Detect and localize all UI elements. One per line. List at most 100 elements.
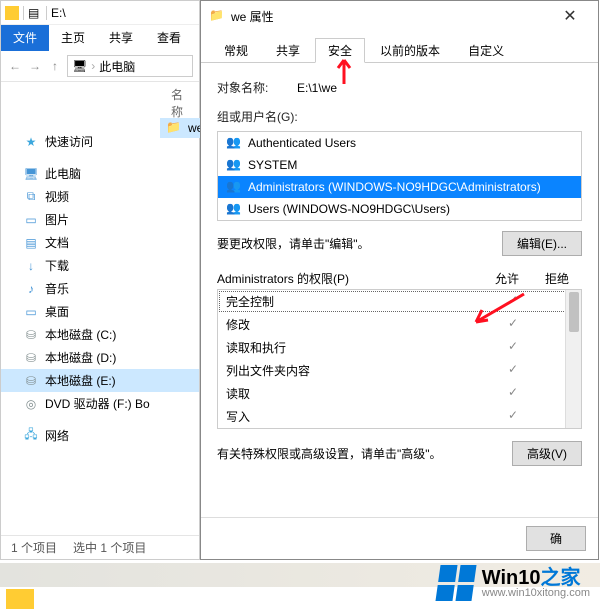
qat-icon: ▤: [28, 6, 42, 20]
tab-custom[interactable]: 自定义: [455, 38, 517, 63]
ribbon-tab-home[interactable]: 主页: [49, 25, 97, 51]
edit-hint: 要更改权限，请单击"编辑"。: [217, 235, 370, 252]
group-item-authenticated-users[interactable]: 👥 Authenticated Users: [218, 132, 581, 154]
perm-label: 列出文件夹内容: [226, 362, 493, 379]
tab-share[interactable]: 共享: [263, 38, 313, 63]
group-label: Authenticated Users: [248, 136, 356, 150]
dialog-body: 对象名称: E:\1\we 组或用户名(G): 👥 Authenticated U…: [201, 63, 598, 476]
perm-row-full-control[interactable]: 完全控制✓: [218, 290, 581, 313]
nav-back-icon[interactable]: ←: [7, 58, 23, 74]
explorer-window: ▤ E:\ 文件 主页 共享 查看 ← → ↑ 🖥 › 此电脑 名称 ★快速访问…: [0, 0, 200, 560]
perm-row-modify[interactable]: 修改✓: [218, 313, 581, 336]
scrollbar-thumb[interactable]: [569, 292, 579, 332]
tree-drive-c[interactable]: ⛁ 本地磁盘 (C:): [1, 323, 199, 346]
documents-icon: ▤: [23, 235, 39, 251]
ribbon-tab-view[interactable]: 查看: [145, 25, 193, 51]
allow-check-icon: ✓: [493, 339, 533, 356]
ribbon-tab-share[interactable]: 共享: [97, 25, 145, 51]
tree-music[interactable]: ♪ 音乐: [1, 277, 199, 300]
close-button[interactable]: ✕: [550, 6, 590, 26]
tree-drive-e[interactable]: ⛁本地磁盘 (E:): [1, 369, 199, 392]
group-label: SYSTEM: [248, 158, 297, 172]
tree-label: 图片: [45, 211, 69, 228]
nav-forward-icon[interactable]: →: [27, 58, 43, 74]
tree-label: 网络: [45, 427, 69, 444]
video-icon: ⧉: [23, 189, 39, 205]
perm-row-read-execute[interactable]: 读取和执行✓: [218, 336, 581, 359]
drive-icon: ⛁: [23, 327, 39, 343]
tree-label: 本地磁盘 (C:): [45, 326, 116, 343]
tree-label: DVD 驱动器 (F:) Bo: [45, 395, 150, 412]
window-title: E:\: [51, 6, 66, 20]
taskbar-explorer-icon: [6, 589, 34, 609]
perm-for-label: Administrators 的权限(P): [217, 270, 482, 287]
properties-dialog: 📁 we 属性 ✕ 常规 共享 安全 以前的版本 自定义 对象名称: E:\1\…: [200, 0, 599, 560]
dialog-title: we 属性: [231, 8, 274, 25]
object-name-value: E:\1\we: [297, 81, 337, 95]
tree-desktop[interactable]: ▭桌面: [1, 300, 199, 323]
address-bar[interactable]: 🖥 › 此电脑: [67, 55, 193, 77]
groups-label: 组或用户名(G):: [217, 108, 298, 125]
folder-icon: 📁: [209, 8, 225, 24]
users-icon: 👥: [226, 201, 242, 217]
group-label: Administrators (WINDOWS-NO9HDGC\Administ…: [248, 180, 541, 194]
tree-network[interactable]: 🖧 网络: [1, 424, 199, 447]
divider: [46, 6, 47, 20]
deny-header: 拒绝: [532, 270, 582, 287]
ok-button[interactable]: 确: [526, 526, 586, 551]
tree-label: 此电脑: [45, 165, 81, 182]
network-icon: 🖧: [23, 428, 39, 444]
tree-dvd[interactable]: ◎DVD 驱动器 (F:) Bo: [1, 392, 199, 415]
windows-logo-icon: [435, 565, 476, 601]
perm-label: 完全控制: [226, 293, 493, 310]
tree-label: 本地磁盘 (E:): [45, 372, 116, 389]
allow-check-icon: ✓: [493, 362, 533, 379]
scrollbar[interactable]: [565, 290, 581, 428]
perm-label: 修改: [226, 316, 493, 333]
explorer-titlebar: ▤ E:\: [1, 1, 199, 25]
tab-previous-versions[interactable]: 以前的版本: [367, 38, 453, 63]
tree-downloads[interactable]: ↓下载: [1, 254, 199, 277]
tree-label: 桌面: [45, 303, 69, 320]
tree-videos[interactable]: ⧉视频: [1, 185, 199, 208]
group-item-administrators[interactable]: 👥Administrators (WINDOWS-NO9HDGC\Adminis…: [218, 176, 581, 198]
dialog-footer: 确: [201, 517, 598, 559]
group-item-users[interactable]: 👥Users (WINDOWS-NO9HDGC\Users): [218, 198, 581, 220]
watermark: Win10之家 www.win10xitong.com: [438, 565, 590, 601]
status-selected: 选中 1 个项目: [73, 539, 146, 556]
tree-label: 音乐: [45, 280, 69, 297]
ribbon-tab-file[interactable]: 文件: [1, 25, 49, 51]
tree-drive-d[interactable]: ⛁本地磁盘 (D:): [1, 346, 199, 369]
users-icon: 👥: [226, 135, 242, 151]
breadcrumb-thispc[interactable]: 此电脑: [99, 58, 135, 75]
tab-general[interactable]: 常规: [211, 38, 261, 63]
tab-security[interactable]: 安全: [315, 38, 365, 63]
perm-row-write[interactable]: 写入✓: [218, 405, 581, 428]
perm-row-list-folder[interactable]: 列出文件夹内容✓: [218, 359, 581, 382]
watermark-url: www.win10xitong.com: [482, 588, 590, 599]
pc-icon: 🖥: [23, 166, 39, 182]
nav-tree: ★快速访问 🖥此电脑 ⧉视频 ▭图片 ▤文档 ↓下载 ♪音乐 ▭桌面 ⛁本地磁盘…: [1, 124, 199, 453]
nav-up-icon[interactable]: ↑: [47, 58, 63, 74]
watermark-brand-en: Win10: [482, 567, 541, 589]
groups-listbox[interactable]: 👥Authenticated Users 👥SYSTEM 👥Administra…: [217, 131, 582, 221]
group-item-system[interactable]: 👥 SYSTEM: [218, 154, 581, 176]
tree-label: 文档: [45, 234, 69, 251]
downloads-icon: ↓: [23, 258, 39, 274]
status-count: 1 个项目: [11, 539, 57, 556]
tab-bar: 常规 共享 安全 以前的版本 自定义: [201, 31, 598, 63]
watermark-brand: Win10之家: [482, 568, 590, 588]
perm-row-read[interactable]: 读取✓: [218, 382, 581, 405]
permissions-listbox[interactable]: 完全控制✓ 修改✓ 读取和执行✓ 列出文件夹内容✓ 读取✓ 写入✓: [217, 289, 582, 429]
users-icon: 👥: [226, 157, 242, 173]
tree-this-pc[interactable]: 🖥 此电脑: [1, 162, 199, 185]
edit-button[interactable]: 编辑(E)...: [502, 231, 582, 256]
object-name-label: 对象名称:: [217, 79, 297, 96]
allow-check-icon: ✓: [493, 293, 533, 310]
allow-check-icon: ✓: [493, 408, 533, 425]
watermark-brand-zh: 之家: [541, 567, 581, 589]
tree-pictures[interactable]: ▭图片: [1, 208, 199, 231]
tree-documents[interactable]: ▤ 文档: [1, 231, 199, 254]
advanced-button[interactable]: 高级(V): [512, 441, 582, 466]
music-icon: ♪: [23, 281, 39, 297]
